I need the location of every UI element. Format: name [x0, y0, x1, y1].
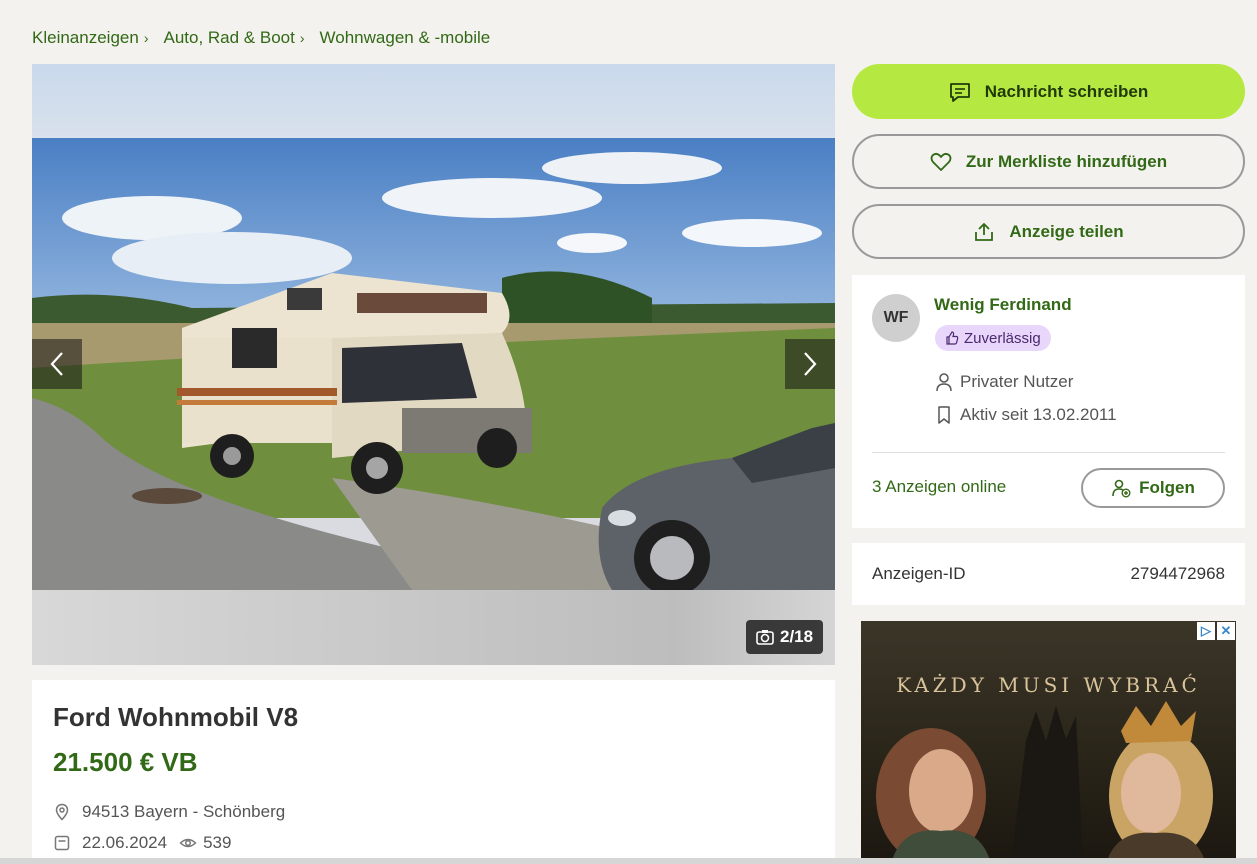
- seller-name[interactable]: Wenig Ferdinand: [934, 295, 1072, 315]
- ad-price: 21.500 € VB: [53, 747, 198, 777]
- ad-title: Ford Wohnmobil V8: [53, 702, 299, 732]
- seller-card: WF Wenig Ferdinand Zuverlässig Privater …: [852, 275, 1245, 528]
- thumbs-up-icon: [946, 331, 959, 345]
- share-ad-button[interactable]: Anzeige teilen: [852, 204, 1245, 259]
- ad-controls: ▷ ✕: [1197, 622, 1235, 640]
- breadcrumb-separator-icon: ›: [143, 30, 149, 46]
- send-message-label: Nachricht schreiben: [984, 81, 1149, 101]
- add-to-watchlist-label: Zur Merkliste hinzufügen: [965, 151, 1168, 171]
- camera-icon: [756, 630, 774, 645]
- advertisement-banner[interactable]: ▷ ✕ KAŻDY MUSI WYBRAĆ: [861, 621, 1236, 864]
- breadcrumb-label: Kleinanzeigen: [32, 28, 139, 47]
- gallery-blur-bottom: [32, 590, 835, 665]
- ad-id-label: Anzeigen-ID: [872, 564, 966, 583]
- add-to-watchlist-button[interactable]: Zur Merkliste hinzufügen: [852, 134, 1245, 189]
- location-pin-icon: [53, 803, 71, 821]
- calendar-icon: [53, 834, 71, 852]
- send-message-button[interactable]: Nachricht schreiben: [852, 64, 1245, 119]
- gallery-prev-button[interactable]: [32, 339, 82, 389]
- breadcrumb: Kleinanzeigen › Auto, Rad & Boot › Wohnw…: [32, 28, 490, 48]
- breadcrumb-item-kleinanzeigen[interactable]: Kleinanzeigen ›: [32, 28, 163, 48]
- gallery-main-photo[interactable]: [32, 138, 835, 590]
- avatar: WF: [872, 294, 920, 342]
- seller-type: Privater Nutzer: [934, 372, 1073, 392]
- gallery-next-button[interactable]: [785, 339, 835, 389]
- share-icon: [975, 222, 994, 241]
- bookmark-icon: [938, 406, 950, 424]
- eye-icon: [179, 834, 197, 852]
- ad-views: 539: [203, 833, 232, 852]
- ad-headline: KAŻDY MUSI WYBRAĆ: [896, 673, 1201, 697]
- chevron-right-icon: [804, 352, 817, 376]
- follow-button[interactable]: Folgen: [1081, 468, 1225, 508]
- breadcrumb-label: Wohnwagen & -mobile: [319, 28, 491, 47]
- breadcrumb-separator-icon: ›: [299, 30, 305, 46]
- ad-date-views: 22.06.2024 539: [53, 833, 231, 853]
- gallery-blur-top: [32, 64, 835, 138]
- follow-label: Folgen: [1139, 478, 1195, 497]
- status-badge-label: Zuverlässig: [964, 329, 1041, 347]
- ad-id-card: Anzeigen-ID 2794472968: [852, 543, 1245, 605]
- seller-type-label: Privater Nutzer: [960, 372, 1074, 391]
- seller-active-since-label: Aktiv seit 13.02.2011: [960, 405, 1117, 424]
- ad-date: 22.06.2024: [82, 833, 168, 852]
- ad-info-card: Ford Wohnmobil V8 21.500 € VB 94513 Baye…: [32, 680, 835, 864]
- ad-location: 94513 Bayern - Schönberg: [53, 802, 285, 822]
- status-badge: Zuverlässig: [935, 325, 1051, 351]
- add-user-icon: [1112, 479, 1131, 498]
- divider: [872, 452, 1225, 453]
- user-icon: [936, 373, 952, 392]
- ad-location-text: 94513 Bayern - Schönberg: [82, 802, 286, 821]
- image-gallery[interactable]: 2/18: [32, 64, 835, 665]
- seller-ads-online-link[interactable]: 3 Anzeigen online: [872, 477, 1006, 497]
- ad-choices-icon[interactable]: ▷: [1197, 622, 1215, 640]
- heart-icon: [930, 152, 952, 171]
- share-ad-label: Anzeige teilen: [1009, 221, 1124, 241]
- ad-artwork: [876, 701, 1213, 864]
- seller-active-since: Aktiv seit 13.02.2011: [934, 405, 1117, 425]
- message-icon: [949, 82, 970, 102]
- chevron-left-icon: [50, 352, 63, 376]
- ad-id-value: 2794472968: [1130, 564, 1225, 583]
- horizontal-scrollbar[interactable]: [0, 858, 1257, 864]
- breadcrumb-item-auto-rad-boot[interactable]: Auto, Rad & Boot ›: [163, 28, 319, 48]
- close-icon[interactable]: ✕: [1217, 622, 1235, 640]
- photo-counter-text: 2/18: [780, 627, 814, 646]
- breadcrumb-item-wohnwagen[interactable]: Wohnwagen & -mobile: [320, 28, 491, 48]
- breadcrumb-label: Auto, Rad & Boot: [163, 28, 295, 47]
- photo-counter[interactable]: 2/18: [746, 620, 824, 654]
